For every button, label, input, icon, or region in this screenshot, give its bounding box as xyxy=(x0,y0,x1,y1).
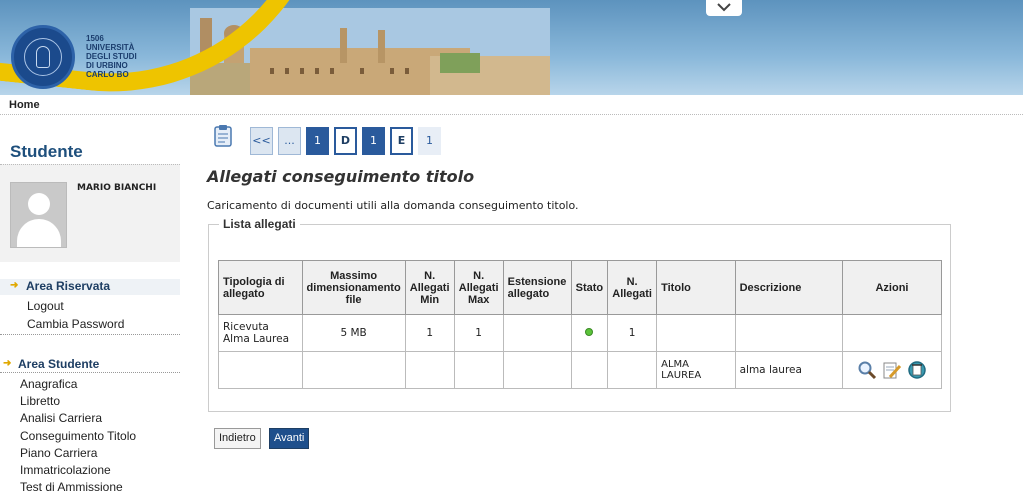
user-profile-box: MARIO BIANCHI xyxy=(0,164,180,262)
cell-tipologia xyxy=(218,351,303,389)
table-row: Ricevuta Alma Laurea 5 MB 1 1 1 xyxy=(218,314,943,352)
delete-icon[interactable] xyxy=(907,360,927,380)
divider xyxy=(0,334,180,335)
cell-azioni xyxy=(841,314,943,352)
pager-step-current[interactable]: 1 xyxy=(362,127,385,155)
next-button[interactable]: Avanti xyxy=(269,428,310,449)
arrow-right-icon: ➜ xyxy=(10,280,19,291)
cell-max-dim xyxy=(301,351,406,389)
edit-icon[interactable] xyxy=(882,360,902,380)
cell-titolo: ALMA LAUREA xyxy=(656,351,736,389)
cell-titolo xyxy=(656,314,736,352)
column-header: N. Allegati Min xyxy=(404,260,455,315)
sidebar-item-analisi-carriera[interactable]: Analisi Carriera xyxy=(20,411,102,425)
user-name: MARIO BIANCHI xyxy=(77,183,157,193)
cell-azioni xyxy=(841,351,943,389)
cell-n-allegati: 1 xyxy=(607,314,658,352)
fieldset-legend: Lista allegati xyxy=(219,217,300,231)
pager-step-d[interactable]: D xyxy=(334,127,357,155)
sidebar-item-logout[interactable]: Logout xyxy=(27,299,64,313)
sidebar-item-test-di-ammissione[interactable]: Test di Ammissione xyxy=(20,480,123,494)
breadcrumb-bar: Home xyxy=(0,95,1023,115)
header-banner: 1506 UNIVERSITÀ DEGLI STUDI DI URBINO CA… xyxy=(0,0,1023,95)
cell-min: 1 xyxy=(404,314,455,352)
pager-ellipsis[interactable]: ... xyxy=(278,127,301,155)
attachments-table: Tipologia di allegato Massimo dimensiona… xyxy=(218,260,943,389)
sidebar-item-area-riservata[interactable]: ➜ Area Riservata xyxy=(0,279,180,295)
avatar xyxy=(10,182,67,248)
logo-seal-figure xyxy=(36,46,50,68)
table-header-row: Tipologia di allegato Massimo dimensiona… xyxy=(218,260,943,315)
page-intro: Caricamento di documenti utili alla doma… xyxy=(207,199,579,212)
column-header: Tipologia di allegato xyxy=(218,260,303,315)
cell-descrizione xyxy=(734,314,843,352)
sidebar-item-label: Area Studente xyxy=(18,357,100,371)
column-header: Descrizione xyxy=(734,260,843,315)
breadcrumb-home[interactable]: Home xyxy=(9,99,40,111)
back-button[interactable]: Indietro xyxy=(214,428,261,449)
main-content: << ... 1 D 1 E 1 Allegati conseguimento … xyxy=(205,116,1023,500)
arrow-right-icon: ➜ xyxy=(3,358,12,369)
sidebar-item-libretto[interactable]: Libretto xyxy=(20,394,60,408)
cell-max-dim: 5 MB xyxy=(301,314,406,352)
table-row: ALMA LAUREA alma laurea xyxy=(218,351,943,389)
clipboard-icon xyxy=(214,125,232,147)
avatar-body-icon xyxy=(17,219,61,247)
collapse-header-button[interactable] xyxy=(706,0,742,16)
chevron-down-icon xyxy=(717,3,731,12)
avatar-head-icon xyxy=(28,193,50,215)
cell-estensione xyxy=(502,314,572,352)
column-header: N. Allegati xyxy=(607,260,658,315)
university-logo[interactable] xyxy=(11,25,75,89)
cell-estensione xyxy=(502,351,572,389)
pager-first[interactable]: << xyxy=(250,127,273,155)
divider xyxy=(0,372,180,373)
column-header: N. Allegati Max xyxy=(453,260,504,315)
cell-max: 1 xyxy=(453,314,504,352)
view-icon[interactable] xyxy=(857,360,877,380)
sidebar-item-conseguimento-titolo[interactable]: Conseguimento Titolo xyxy=(20,429,136,443)
sidebar-item-immatricolazione[interactable]: Immatricolazione xyxy=(20,463,111,477)
cell-tipologia: Ricevuta Alma Laurea xyxy=(218,314,303,352)
sidebar-item-piano-carriera[interactable]: Piano Carriera xyxy=(20,446,97,460)
cell-stato xyxy=(570,314,609,352)
university-name: 1506 UNIVERSITÀ DEGLI STUDI DI URBINO CA… xyxy=(86,34,137,79)
cell-min xyxy=(404,351,455,389)
sidebar-title: Studente xyxy=(10,142,83,161)
step-pager: << ... 1 D 1 E 1 xyxy=(250,127,441,155)
sidebar-item-cambia-password[interactable]: Cambia Password xyxy=(27,317,124,331)
cell-max xyxy=(453,351,504,389)
column-header: Titolo xyxy=(656,260,736,315)
cell-n-allegati xyxy=(607,351,658,389)
pager-step[interactable]: 1 xyxy=(418,127,441,155)
column-header: Estensione allegato xyxy=(502,260,572,315)
sidebar-item-anagrafica[interactable]: Anagrafica xyxy=(20,377,77,391)
sidebar-item-area-studente[interactable]: ➜ Area Studente xyxy=(0,357,180,373)
column-header: Azioni xyxy=(841,260,943,315)
cell-stato xyxy=(570,351,609,389)
pager-step[interactable]: 1 xyxy=(306,127,329,155)
column-header: Stato xyxy=(570,260,609,315)
column-header: Massimo dimensionamento file xyxy=(301,260,406,315)
status-green-icon xyxy=(585,328,594,336)
sidebar-item-label: Area Riservata xyxy=(26,279,111,293)
page-title: Allegati conseguimento titolo xyxy=(207,167,475,186)
attachments-fieldset: Lista allegati Tipologia di allegato Mas… xyxy=(208,217,951,412)
pager-step-e[interactable]: E xyxy=(390,127,413,155)
cell-descrizione: alma laurea xyxy=(734,351,843,389)
